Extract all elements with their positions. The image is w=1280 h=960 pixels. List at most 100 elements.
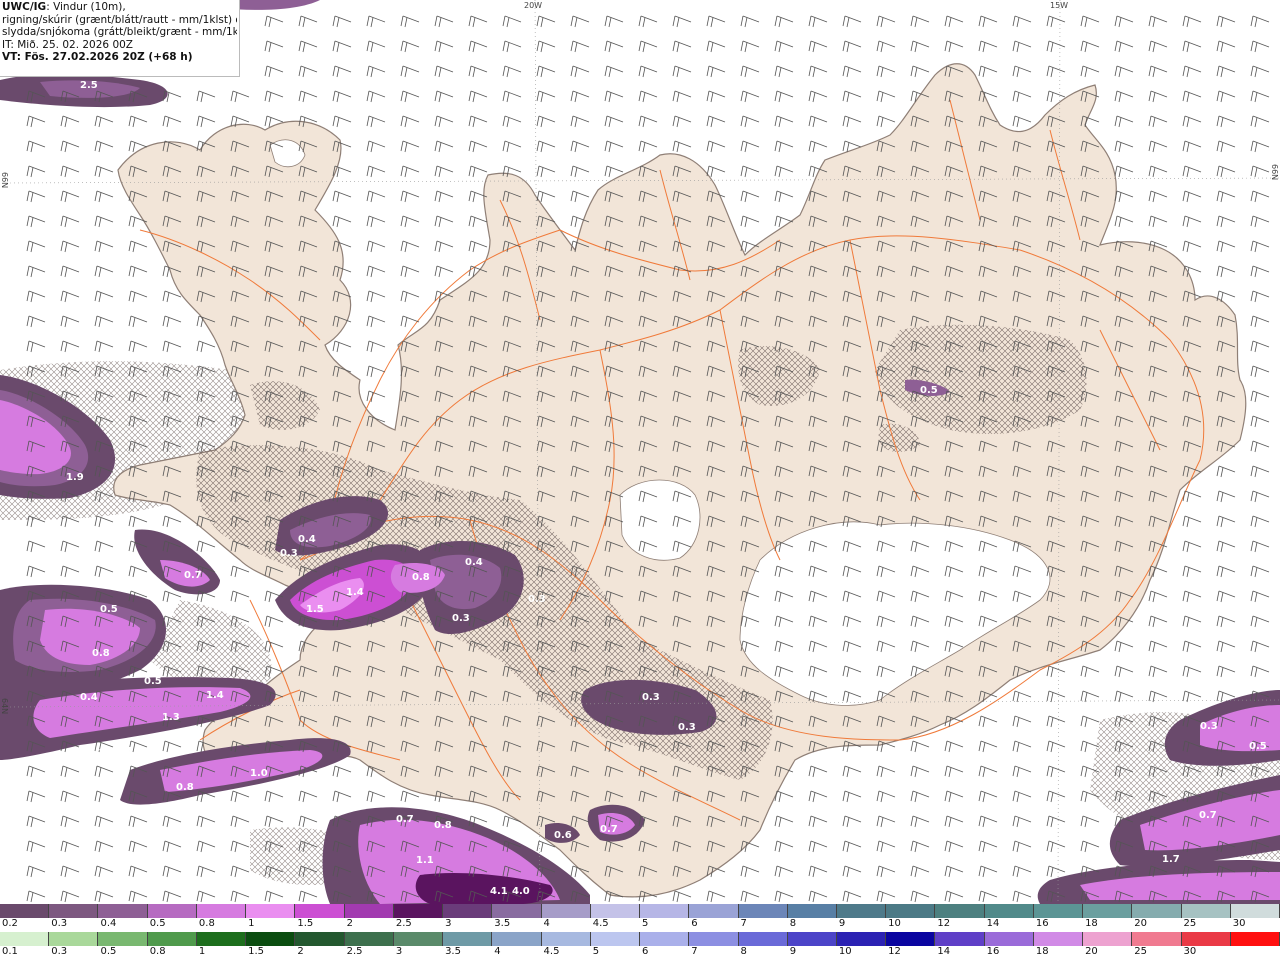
legend-swatch: [1083, 932, 1133, 946]
legend-swatch: [541, 904, 591, 918]
precip-label: 0.8: [92, 648, 110, 659]
legend-swatch: [1230, 932, 1280, 946]
legend-label: 2.5: [395, 918, 412, 929]
legend-label: 1: [198, 946, 206, 957]
snow-legend-labels: 0.2 0.3 0.4 0.5 0.8 1 1.5 2 2.5 3 3.5 4 4.5 5 6 7 8 9 10 12…: [0, 918, 1280, 931]
precip-label: 0.4: [298, 534, 316, 545]
legend-label: 3.5: [445, 946, 461, 957]
precip-label: 0.8: [434, 820, 452, 831]
header-line2: rigning/skúrir (grænt/blátt/rautt - mm/1…: [2, 13, 237, 26]
legend-label: 5: [642, 918, 649, 929]
legend-label: 1: [248, 918, 255, 929]
precip-label: 0.7: [1199, 810, 1217, 821]
legend-label: 0.8: [198, 918, 215, 929]
legend-swatch: [344, 904, 394, 918]
legend-label: 3: [395, 946, 403, 957]
legend-swatch: [787, 904, 837, 918]
legend-swatch: [836, 932, 887, 946]
map[interactable]: 20W 15W 66N 66N 64N 2.5 1.9 0.4 0.3 0.7 …: [0, 0, 1280, 904]
legend-swatch: [1230, 904, 1280, 918]
precip-label: 0.8: [176, 782, 194, 793]
precip-label: 0.7: [88, 748, 106, 759]
legend-label: 1.5: [297, 918, 314, 929]
legend-label: 0.5: [149, 918, 166, 929]
precip-label: 0.4: [80, 692, 98, 703]
legend-label: 0.3: [51, 946, 68, 957]
legend-label: 30: [1232, 918, 1246, 929]
precip-label: 0.5: [100, 604, 118, 615]
legend-label: 7: [740, 918, 747, 929]
precip-label: 0.5: [1249, 741, 1267, 752]
legend-swatch: [886, 904, 936, 918]
legend-swatch: [393, 932, 444, 946]
legend-label: 25: [1134, 946, 1148, 957]
product-name: UWC/IG: [2, 1, 47, 13]
legend-label: 16: [986, 946, 1000, 957]
legend-swatch: [886, 932, 936, 946]
lon-label-15w: 15W: [1050, 1, 1068, 10]
legend-label: 8: [789, 918, 797, 929]
legend-swatch: [640, 904, 690, 918]
legend-swatch: [246, 904, 296, 918]
legend-swatch: [0, 904, 50, 918]
legend-label: 10: [838, 946, 852, 957]
legend-swatch: [196, 932, 247, 946]
precip-label: 4.1: [490, 886, 508, 897]
lon-label-20w: 20W: [524, 1, 542, 10]
legend-swatch: [935, 932, 985, 946]
precip-label: 1.5: [306, 604, 324, 615]
legend-label: 4.5: [543, 946, 560, 957]
precip-label: 0.7: [114, 746, 132, 757]
precip-label: 0.3: [678, 722, 696, 733]
precip-label: 0.3: [1200, 721, 1218, 732]
legend-label: 16: [1035, 918, 1049, 929]
legend-swatch: [393, 904, 444, 918]
legend-label: 1.5: [248, 946, 265, 957]
legend-swatch: [689, 904, 739, 918]
legend-swatch: [196, 904, 247, 918]
legend-swatch: [787, 932, 837, 946]
legend-swatch: [640, 932, 690, 946]
legend-label: 0.3: [51, 918, 68, 929]
precip-label: 0.6: [554, 830, 572, 841]
legend-swatch: [295, 904, 345, 918]
legend-label: 30: [1183, 946, 1197, 957]
legend-swatch: [147, 932, 197, 946]
legend-label: 7: [691, 946, 698, 957]
legend-label: 3.5: [494, 918, 511, 929]
legend-swatch: [1132, 932, 1182, 946]
legend-label: 4: [494, 946, 501, 957]
legend-swatch: [689, 932, 739, 946]
legend-swatch: [984, 932, 1034, 946]
legend-label: 10: [888, 918, 901, 929]
legend-swatch: [836, 904, 887, 918]
legend-label: 0.2: [2, 918, 18, 929]
precip-label: 0.8: [412, 572, 430, 583]
rain-color-legend: [0, 932, 1280, 946]
lat-label-66n-right: 66N: [1270, 164, 1279, 180]
legend-label: 12: [888, 946, 901, 957]
legend-label: 12: [937, 918, 951, 929]
map-info-box: UWC/IG: Vindur (10m), rigning/skúrir (gr…: [0, 0, 240, 77]
legend-swatch: [49, 904, 99, 918]
precip-label: 1.4: [206, 690, 224, 701]
legend-label: 25: [1183, 918, 1197, 929]
precip-label: 1.3: [162, 712, 180, 723]
legend-swatch: [492, 904, 542, 918]
legend-label: 4: [543, 918, 550, 929]
header-line1: : Vindur (10m),: [46, 1, 126, 13]
precip-label: 4.0: [512, 886, 530, 897]
legend-label: 18: [1085, 918, 1098, 929]
legend-label: 9: [838, 918, 846, 929]
legend-swatch: [935, 904, 985, 918]
precip-label: 2.5: [80, 80, 98, 91]
precip-label: 0.4: [465, 557, 483, 568]
precip-label: 1.9: [66, 472, 84, 483]
legend-label: 0.4: [100, 918, 117, 929]
precip-label: 1.0: [250, 768, 268, 779]
legend-swatch: [590, 932, 641, 946]
rain-legend-labels: 0.1 0.3 0.5 0.8 1 1.5 2 2.5 3 3.5 4 4.5 5 6 7 8 9 10 12 14 1…: [0, 946, 1280, 959]
legend-swatch: [590, 904, 641, 918]
legend-label: 4.5: [592, 918, 609, 929]
legend-swatch: [98, 904, 148, 918]
